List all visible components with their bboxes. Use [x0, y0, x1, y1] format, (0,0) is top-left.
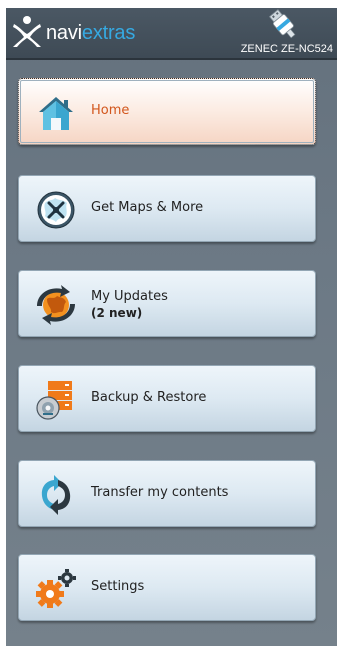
backup-disk-icon: [36, 381, 72, 420]
usb-device-icon[interactable]: [265, 8, 301, 42]
app-panel: naviextras ZENEC ZE-NC524 Home Get Maps …: [6, 8, 337, 646]
app-header: naviextras ZENEC ZE-NC524: [6, 8, 337, 58]
device-name-label: ZENEC ZE-NC524: [240, 43, 333, 55]
my-updates-label: My Updates: [91, 289, 168, 304]
menu-item-get-maps[interactable]: Get Maps & More: [18, 175, 316, 242]
header-divider: [6, 58, 337, 60]
menu-item-label: Get Maps & More: [91, 200, 204, 215]
menu-item-label: My Updates (2 new): [91, 289, 168, 321]
menu-item-my-updates[interactable]: My Updates (2 new): [18, 270, 316, 337]
transfer-arrows-icon: [41, 475, 71, 515]
menu-item-label: Transfer my contents: [91, 485, 229, 500]
globe-sync-icon: [37, 285, 75, 325]
home-icon: [39, 97, 73, 130]
brand-logo-text: naviextras: [46, 22, 135, 44]
brand-text-extras: extras: [81, 22, 136, 44]
menu-item-label: Settings: [91, 579, 145, 594]
menu-item-settings[interactable]: Settings: [18, 554, 316, 621]
menu-item-backup-restore[interactable]: Backup & Restore: [18, 365, 316, 432]
menu-item-label: Backup & Restore: [91, 390, 207, 405]
menu-item-label: Home: [91, 103, 130, 118]
menu-item-transfer[interactable]: Transfer my contents: [18, 460, 316, 527]
gears-icon: [36, 569, 76, 608]
menu-item-home[interactable]: Home: [18, 78, 316, 145]
naviextras-logo-icon: [13, 16, 41, 47]
globe-compass-icon: [37, 191, 75, 229]
brand-text-navi: navi: [46, 22, 82, 44]
updates-count-badge: (2 new): [91, 306, 143, 320]
